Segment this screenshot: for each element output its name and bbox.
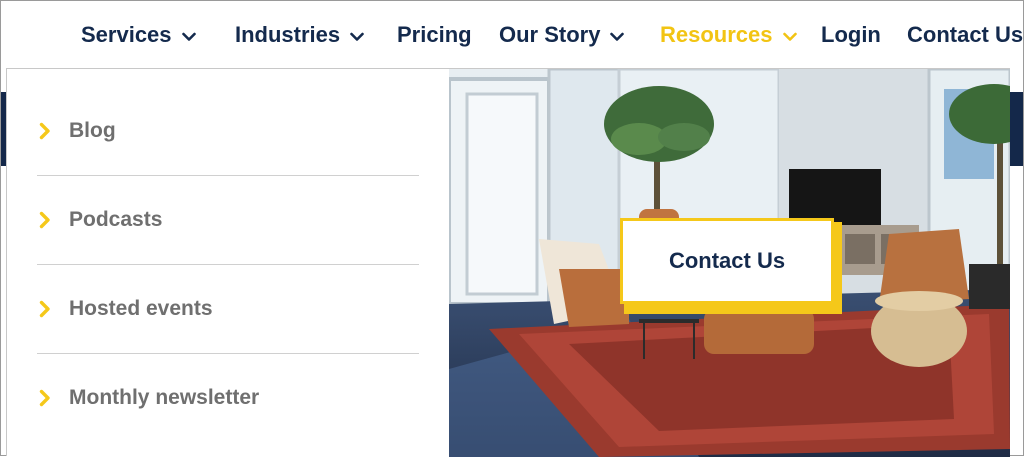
nav-services-label: Services: [81, 22, 172, 47]
nav-pricing-label: Pricing: [397, 22, 472, 47]
chevron-right-icon: [39, 211, 51, 229]
resources-dropdown: Blog Podcasts Hosted events Monthly news…: [6, 68, 1010, 457]
chevron-right-icon: [39, 389, 51, 407]
menu-item-podcasts[interactable]: Podcasts: [37, 176, 419, 265]
nav-pricing[interactable]: Pricing: [397, 20, 472, 50]
chevron-down-icon: [610, 32, 625, 42]
nav-our-story-label: Our Story: [499, 22, 601, 47]
chevron-right-icon: [39, 300, 51, 318]
menu-item-blog[interactable]: Blog: [37, 87, 419, 176]
nav-resources-label: Resources: [660, 22, 773, 47]
nav-resources[interactable]: Resources: [660, 20, 797, 50]
top-nav: Services Industries Pricing Our Story Re…: [0, 0, 1024, 68]
menu-item-monthly-newsletter[interactable]: Monthly newsletter: [37, 354, 419, 442]
menu-item-hosted-events[interactable]: Hosted events: [37, 265, 419, 354]
chevron-down-icon: [181, 32, 196, 42]
hero-edge-right: [1009, 92, 1023, 166]
chevron-down-icon: [350, 32, 364, 42]
nav-contact-us-label: Contact Us: [907, 22, 1024, 47]
nav-services[interactable]: Services: [81, 20, 196, 50]
nav-login-label: Login: [821, 22, 881, 47]
chevron-right-icon: [39, 122, 51, 140]
nav-login[interactable]: Login: [821, 20, 881, 50]
contact-us-button-label: Contact Us: [668, 248, 786, 273]
menu-item-label: Podcasts: [69, 208, 163, 231]
nav-our-story[interactable]: Our Story: [499, 20, 625, 50]
contact-us-button[interactable]: Contact Us: [620, 218, 834, 304]
menu-item-label: Hosted events: [69, 297, 213, 320]
chevron-down-icon: [782, 32, 797, 42]
menu-item-label: Monthly newsletter: [69, 386, 260, 409]
nav-industries[interactable]: Industries: [235, 20, 364, 50]
nav-contact-us[interactable]: Contact Us: [907, 20, 1023, 50]
menu-item-label: Blog: [69, 119, 116, 142]
nav-industries-label: Industries: [235, 22, 341, 47]
resources-menu-list: Blog Podcasts Hosted events Monthly news…: [37, 87, 419, 442]
